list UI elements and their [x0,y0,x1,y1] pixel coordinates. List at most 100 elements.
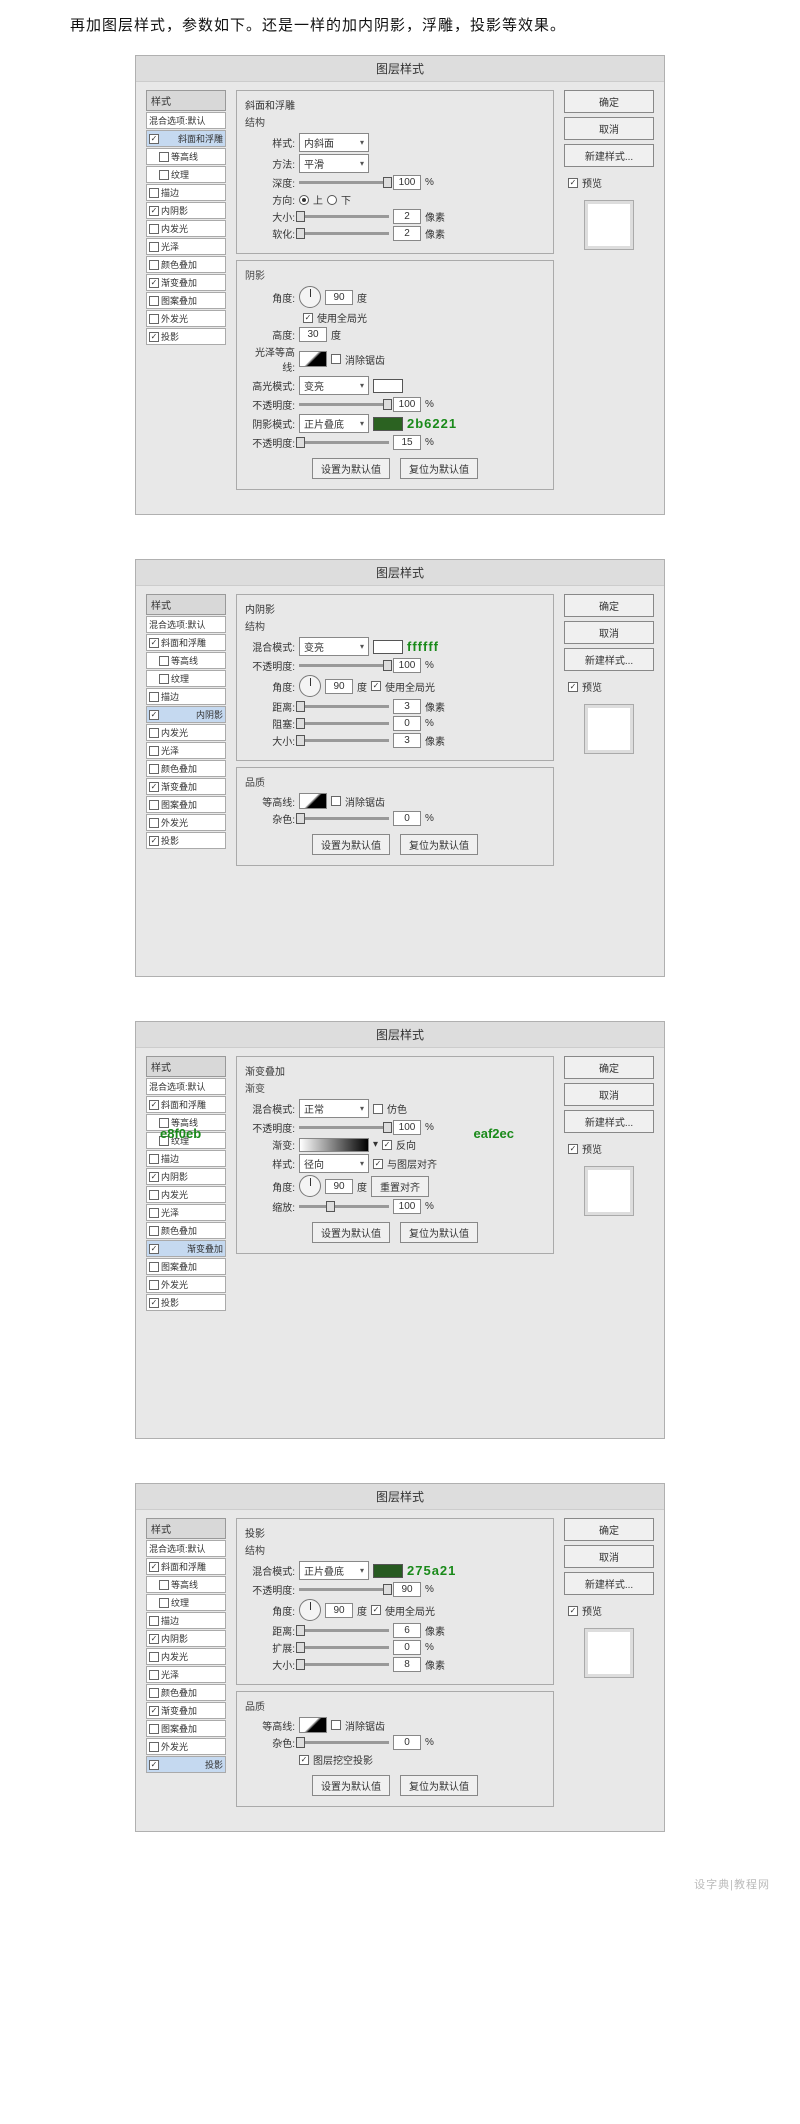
checkbox-icon[interactable] [149,188,159,198]
angle-dial[interactable] [299,675,321,697]
checkbox-icon[interactable]: ✓ [149,710,159,720]
altitude-input[interactable]: 30 [299,327,327,342]
set-default-button[interactable]: 设置为默认值 [312,1222,390,1243]
checkbox-icon[interactable]: ✓ [149,278,159,288]
highlight-color[interactable] [373,379,403,393]
checkbox-icon[interactable]: ✓ [149,134,159,144]
new-style-button[interactable]: 新建样式... [564,648,654,671]
preview-checkbox[interactable]: ✓ [568,1144,578,1154]
checkbox-icon[interactable] [149,800,159,810]
new-style-button[interactable]: 新建样式... [564,1110,654,1133]
opacity-input[interactable]: 90 [393,1582,421,1597]
shadow-color[interactable] [373,640,403,654]
size-input[interactable]: 8 [393,1657,421,1672]
checkbox-icon[interactable] [149,746,159,756]
style-pattern-overlay[interactable]: 图案叠加 [146,292,226,309]
style-blend-default[interactable]: 混合选项:默认 [146,616,226,633]
angle-dial[interactable] [299,286,321,308]
checkbox-icon[interactable] [149,818,159,828]
checkbox-icon[interactable] [149,296,159,306]
reset-default-button[interactable]: 复位为默认值 [400,458,478,479]
checkbox-icon[interactable]: ✓ [149,332,159,342]
angle-dial[interactable] [299,1599,321,1621]
style-outer-glow[interactable]: 外发光 [146,1738,226,1755]
checkbox-icon[interactable] [149,1724,159,1734]
chevron-down-icon[interactable]: ▾ [373,1139,378,1150]
global-light-checkbox[interactable]: ✓ [303,313,313,323]
size-slider[interactable] [299,1663,389,1666]
style-drop-shadow[interactable]: ✓投影 [146,1294,226,1311]
opacity-input[interactable]: 100 [393,1120,421,1135]
shadow-color[interactable] [373,417,403,431]
style-color-overlay[interactable]: 颜色叠加 [146,256,226,273]
style-drop-shadow[interactable]: ✓投影 [146,328,226,345]
style-inner-shadow[interactable]: ✓内阴影 [146,706,226,723]
highlight-opacity-slider[interactable] [299,403,389,406]
checkbox-icon[interactable] [149,1226,159,1236]
checkbox-icon[interactable] [149,1154,159,1164]
spread-slider[interactable] [299,1646,389,1649]
size-input[interactable]: 2 [393,209,421,224]
dither-checkbox[interactable] [373,1104,383,1114]
style-inner-glow[interactable]: 内发光 [146,1186,226,1203]
shadow-opacity-input[interactable]: 15 [393,435,421,450]
checkbox-icon[interactable] [159,152,169,162]
checkbox-icon[interactable] [149,1190,159,1200]
checkbox-icon[interactable] [159,656,169,666]
set-default-button[interactable]: 设置为默认值 [312,834,390,855]
style-satin[interactable]: 光泽 [146,238,226,255]
shadow-color[interactable] [373,1564,403,1578]
checkbox-icon[interactable] [159,674,169,684]
checkbox-icon[interactable] [149,692,159,702]
reset-default-button[interactable]: 复位为默认值 [400,834,478,855]
distance-slider[interactable] [299,705,389,708]
style-bevel[interactable]: ✓斜面和浮雕 [146,634,226,651]
style-outer-glow[interactable]: 外发光 [146,310,226,327]
style-satin[interactable]: 光泽 [146,1204,226,1221]
style-outer-glow[interactable]: 外发光 [146,814,226,831]
ok-button[interactable]: 确定 [564,594,654,617]
checkbox-icon[interactable]: ✓ [149,1298,159,1308]
reverse-checkbox[interactable]: ✓ [382,1140,392,1150]
new-style-button[interactable]: 新建样式... [564,1572,654,1595]
depth-input[interactable]: 100 [393,175,421,190]
angle-dial[interactable] [299,1175,321,1197]
method-select[interactable]: 平滑▾ [299,154,369,173]
distance-slider[interactable] [299,1629,389,1632]
checkbox-icon[interactable] [149,764,159,774]
distance-input[interactable]: 6 [393,1623,421,1638]
dir-up-radio[interactable] [299,195,309,205]
angle-input[interactable]: 90 [325,1179,353,1194]
blend-mode-select[interactable]: 正片叠底▾ [299,1561,369,1580]
styles-header[interactable]: 样式 [146,1518,226,1539]
style-texture[interactable]: 纹理 [146,1594,226,1611]
global-light-checkbox[interactable]: ✓ [371,1605,381,1615]
ok-button[interactable]: 确定 [564,1056,654,1079]
noise-input[interactable]: 0 [393,1735,421,1750]
checkbox-icon[interactable] [149,1652,159,1662]
antialias-checkbox[interactable] [331,796,341,806]
checkbox-icon[interactable]: ✓ [149,638,159,648]
cancel-button[interactable]: 取消 [564,1545,654,1568]
style-pattern-overlay[interactable]: 图案叠加 [146,796,226,813]
soften-slider[interactable] [299,232,389,235]
checkbox-icon[interactable] [149,1616,159,1626]
gloss-contour[interactable] [299,351,327,367]
checkbox-icon[interactable] [149,224,159,234]
style-drop-shadow[interactable]: ✓投影 [146,1756,226,1773]
new-style-button[interactable]: 新建样式... [564,144,654,167]
checkbox-icon[interactable] [149,728,159,738]
checkbox-icon[interactable]: ✓ [149,1172,159,1182]
highlight-mode-select[interactable]: 变亮▾ [299,376,369,395]
style-inner-shadow[interactable]: ✓内阴影 [146,1630,226,1647]
size-slider[interactable] [299,215,389,218]
preview-checkbox[interactable]: ✓ [568,178,578,188]
contour-picker[interactable] [299,793,327,809]
gradient-style-select[interactable]: 径向▾ [299,1154,369,1173]
dir-down-radio[interactable] [327,195,337,205]
styles-header[interactable]: 样式 [146,1056,226,1077]
style-texture[interactable]: 纹理 [146,166,226,183]
style-stroke[interactable]: 描边 [146,688,226,705]
choke-input[interactable]: 0 [393,716,421,731]
checkbox-icon[interactable]: ✓ [149,1634,159,1644]
